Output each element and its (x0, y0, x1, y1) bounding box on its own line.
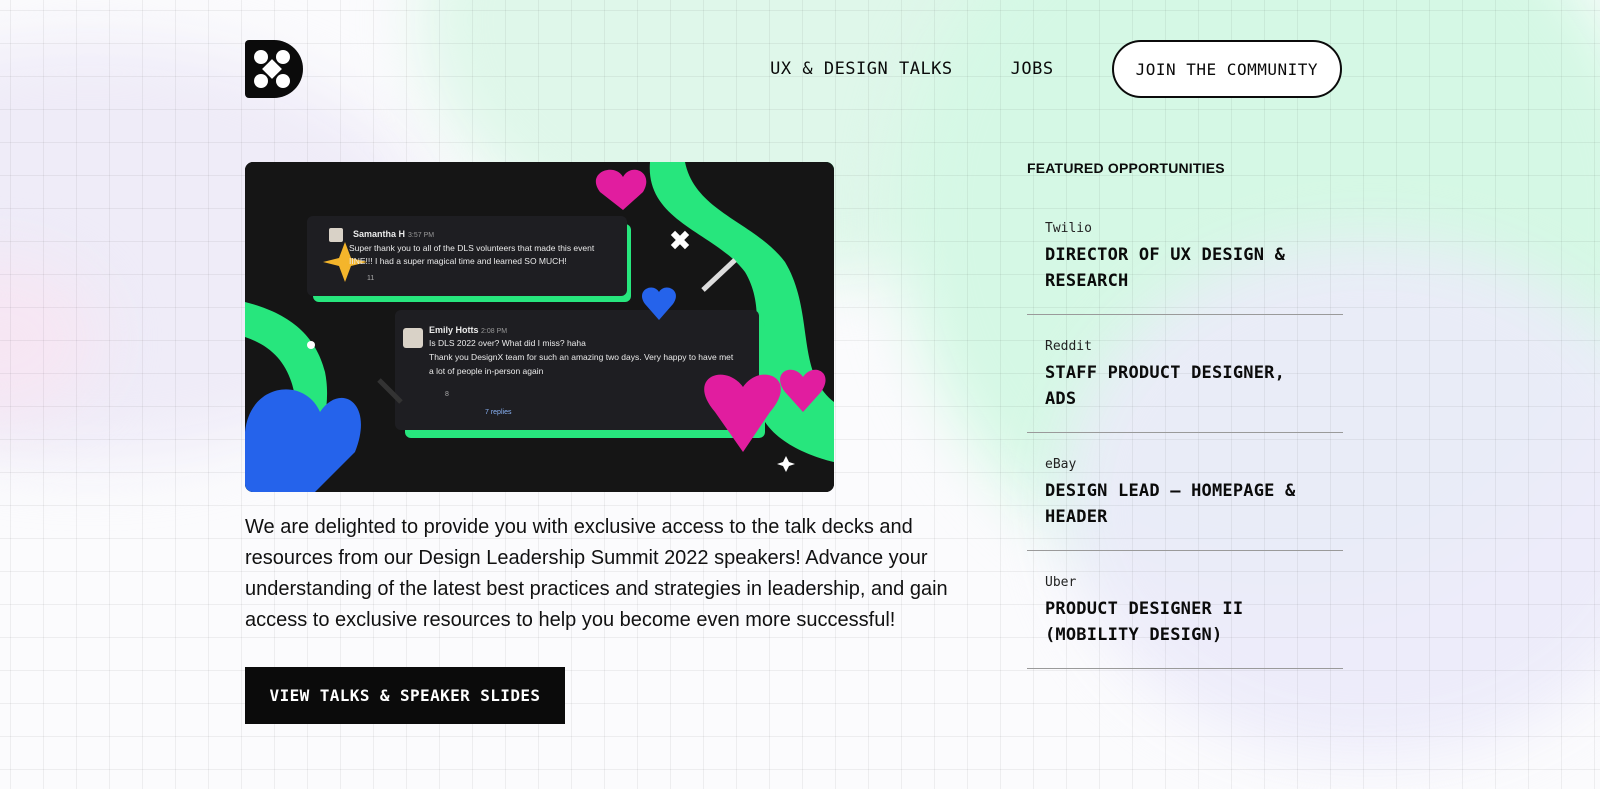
msg2-name: Emily Hotts (429, 325, 479, 335)
jobs-list: Twilio DIRECTOR OF UX DESIGN & RESEARCH … (1027, 197, 1343, 669)
hero-image: Samantha H 3:57 PM Super thank you to al… (245, 162, 834, 492)
job-company: Twilio (1045, 221, 1092, 236)
job-title[interactable]: DIRECTOR OF UX DESIGN & RESEARCH (1045, 242, 1325, 294)
msg2-reactions: 8 (445, 391, 449, 398)
job-title[interactable]: PRODUCT DESIGNER II (MOBILITY DESIGN) (1045, 596, 1325, 648)
job-company: eBay (1045, 457, 1077, 472)
job-company: Reddit (1045, 339, 1092, 354)
job-item-reddit[interactable]: Reddit STAFF PRODUCT DESIGNER, ADS (1027, 315, 1343, 433)
msg2-text2: Thank you DesignX team for such an amazi… (429, 352, 734, 362)
intro-text: We are delighted to provide you with exc… (245, 516, 948, 631)
job-item-uber[interactable]: Uber PRODUCT DESIGNER II (MOBILITY DESIG… (1027, 551, 1343, 669)
msg1-time: 3:57 PM (408, 232, 434, 239)
msg1-text1: Super thank you to all of the DLS volunt… (349, 243, 595, 253)
main-nav: UX & DESIGN TALKS JOBS JOIN THE COMMUNIT… (770, 40, 1342, 98)
job-title[interactable]: STAFF PRODUCT DESIGNER, ADS (1045, 360, 1325, 412)
job-item-ebay[interactable]: eBay DESIGN LEAD – HOMEPAGE & HEADER (1027, 433, 1343, 551)
nav-jobs[interactable]: JOBS (1011, 59, 1054, 79)
nav-ux-design-talks[interactable]: UX & DESIGN TALKS (770, 59, 953, 79)
msg1-text2: IINE!!! I had a super magical time and l… (349, 256, 567, 266)
job-company: Uber (1045, 575, 1077, 590)
designx-logo-icon[interactable] (245, 40, 303, 98)
msg2-time: 2:08 PM (481, 328, 507, 335)
msg2-replies: 7 replies (485, 409, 512, 416)
view-talks-button[interactable]: VIEW TALKS & SPEAKER SLIDES (245, 667, 565, 724)
msg2-text3: a lot of people in-person again (429, 366, 544, 376)
msg1-reactions: 11 (367, 275, 374, 282)
msg1-name: Samantha H (353, 229, 405, 239)
join-community-button[interactable]: JOIN THE COMMUNITY (1111, 40, 1342, 98)
job-title[interactable]: DESIGN LEAD – HOMEPAGE & HEADER (1045, 478, 1325, 530)
job-item-twilio[interactable]: Twilio DIRECTOR OF UX DESIGN & RESEARCH (1027, 197, 1343, 315)
featured-title: FEATURED OPPORTUNITIES (1027, 160, 1225, 176)
msg2-text1: Is DLS 2022 over? What did I miss? haha (429, 338, 586, 348)
